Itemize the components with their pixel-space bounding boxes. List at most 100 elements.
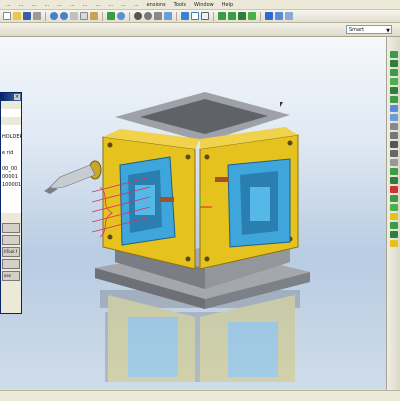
dialog-button[interactable] bbox=[2, 223, 20, 233]
zoom-out-icon[interactable] bbox=[144, 12, 152, 20]
menu-item-dimensions[interactable]: ensions bbox=[147, 2, 166, 8]
mfg-param-icon[interactable] bbox=[285, 12, 293, 20]
orient-icon[interactable] bbox=[164, 12, 172, 20]
menu-item[interactable]: ... bbox=[19, 2, 24, 8]
mill-volume-icon[interactable] bbox=[389, 51, 398, 58]
cutting-tool bbox=[44, 160, 102, 194]
dialog-row bbox=[1, 213, 21, 221]
dialog-row[interactable]: e rid bbox=[1, 149, 21, 157]
pocket-icon[interactable] bbox=[389, 96, 398, 103]
menu-item[interactable]: ... bbox=[108, 2, 113, 8]
dialog-row[interactable]: 00_00 bbox=[1, 165, 21, 173]
trajectory-icon[interactable] bbox=[389, 105, 398, 112]
dialog-close-button[interactable]: ose bbox=[2, 271, 20, 281]
menu-bar: ... ... ... ... ... ... ... ... ... ... … bbox=[0, 0, 400, 10]
chamfer-icon[interactable] bbox=[389, 213, 398, 220]
toolbar-separator bbox=[102, 11, 103, 21]
face-milling-icon[interactable] bbox=[389, 78, 398, 85]
mill-surface-icon[interactable] bbox=[389, 60, 398, 67]
redo-icon[interactable] bbox=[60, 12, 68, 20]
dialog-row[interactable]: 00001 bbox=[1, 173, 21, 181]
dialog-row bbox=[1, 125, 21, 133]
open-icon[interactable] bbox=[13, 12, 21, 20]
toolbar-separator bbox=[45, 11, 46, 21]
csys-icon[interactable] bbox=[248, 12, 256, 20]
menu-item-window[interactable]: Window bbox=[194, 2, 214, 8]
sketch-icon[interactable] bbox=[389, 177, 398, 184]
refit-icon[interactable] bbox=[154, 12, 162, 20]
menu-item-tools[interactable]: Tools bbox=[174, 2, 186, 8]
thread-icon[interactable] bbox=[389, 123, 398, 130]
datum-point-icon[interactable] bbox=[238, 12, 246, 20]
save-icon[interactable] bbox=[23, 12, 31, 20]
toolbar-separator bbox=[213, 11, 214, 21]
status-bar bbox=[0, 390, 400, 401]
menu-item[interactable]: ... bbox=[121, 2, 126, 8]
round-icon[interactable] bbox=[389, 204, 398, 211]
toolbar-separator bbox=[260, 11, 261, 21]
curve-icon[interactable] bbox=[389, 195, 398, 202]
right-feature-toolbar bbox=[386, 37, 400, 390]
menu-item[interactable]: ... bbox=[57, 2, 62, 8]
datum-axis-icon[interactable] bbox=[228, 12, 236, 20]
dialog-row[interactable]: HOLDER bbox=[1, 133, 21, 141]
chevron-down-icon: ▼ bbox=[386, 28, 390, 34]
text-icon[interactable] bbox=[389, 240, 398, 247]
axis-icon[interactable] bbox=[389, 150, 398, 157]
menu-item-help[interactable]: Help bbox=[222, 2, 233, 8]
new-icon[interactable] bbox=[3, 12, 11, 20]
menu-item[interactable]: ... bbox=[83, 2, 88, 8]
menu-item[interactable]: ... bbox=[95, 2, 100, 8]
copy-icon[interactable] bbox=[80, 12, 88, 20]
model-render bbox=[44, 92, 310, 382]
plane-icon[interactable] bbox=[389, 168, 398, 175]
pattern-icon[interactable] bbox=[389, 231, 398, 238]
menu-item[interactable]: ... bbox=[134, 2, 139, 8]
graphics-viewport[interactable] bbox=[0, 37, 386, 390]
mirror-icon[interactable] bbox=[389, 222, 398, 229]
dialog-titlebar: × bbox=[1, 93, 21, 101]
hidden-line-icon[interactable] bbox=[201, 12, 209, 20]
menu-item[interactable]: ... bbox=[32, 2, 37, 8]
dialog-row bbox=[1, 205, 21, 213]
dialog-row[interactable]: 100001 bbox=[1, 181, 21, 189]
regen-icon[interactable] bbox=[107, 12, 115, 20]
toolbar-separator bbox=[129, 11, 130, 21]
profile-milling-icon[interactable] bbox=[389, 87, 398, 94]
dialog-button[interactable] bbox=[2, 259, 20, 269]
dialog-button[interactable]: hTool.f bbox=[2, 247, 20, 257]
menu-item[interactable]: ... bbox=[70, 2, 75, 8]
cut-icon[interactable] bbox=[70, 12, 78, 20]
selection-filter-dropdown[interactable]: Smart ▼ bbox=[346, 25, 392, 34]
point-icon[interactable] bbox=[389, 159, 398, 166]
nc-sequence-dialog: × HOLDER e rid 00_00 00001 100001 hTool.… bbox=[0, 92, 22, 314]
dialog-button[interactable] bbox=[2, 235, 20, 245]
play-path-icon[interactable] bbox=[265, 12, 273, 20]
selection-filter-value: Smart bbox=[349, 27, 365, 33]
menu-item[interactable]: ... bbox=[6, 2, 11, 8]
paste-icon[interactable] bbox=[90, 12, 98, 20]
shade-icon[interactable] bbox=[181, 12, 189, 20]
datum-plane-icon[interactable] bbox=[218, 12, 226, 20]
toolpath-icon[interactable] bbox=[275, 12, 283, 20]
main-toolbar bbox=[0, 10, 400, 23]
dialog-row bbox=[1, 109, 21, 117]
dialog-row bbox=[1, 117, 21, 125]
clamp-right bbox=[215, 177, 229, 182]
print-icon[interactable] bbox=[33, 12, 41, 20]
engrave-icon[interactable] bbox=[389, 141, 398, 148]
toolbar-separator bbox=[176, 11, 177, 21]
wireframe-icon[interactable] bbox=[191, 12, 199, 20]
dialog-row bbox=[1, 189, 21, 197]
zoom-in-icon[interactable] bbox=[134, 12, 142, 20]
close-icon[interactable]: × bbox=[14, 94, 20, 100]
menu-item[interactable]: ... bbox=[44, 2, 49, 8]
mill-window-icon[interactable] bbox=[389, 69, 398, 76]
search-icon[interactable] bbox=[117, 12, 125, 20]
drill-icon[interactable] bbox=[389, 114, 398, 121]
dialog-row bbox=[1, 141, 21, 149]
undo-icon[interactable] bbox=[50, 12, 58, 20]
csys-icon[interactable] bbox=[389, 186, 398, 193]
contour-icon[interactable] bbox=[389, 132, 398, 139]
dialog-row bbox=[1, 197, 21, 205]
